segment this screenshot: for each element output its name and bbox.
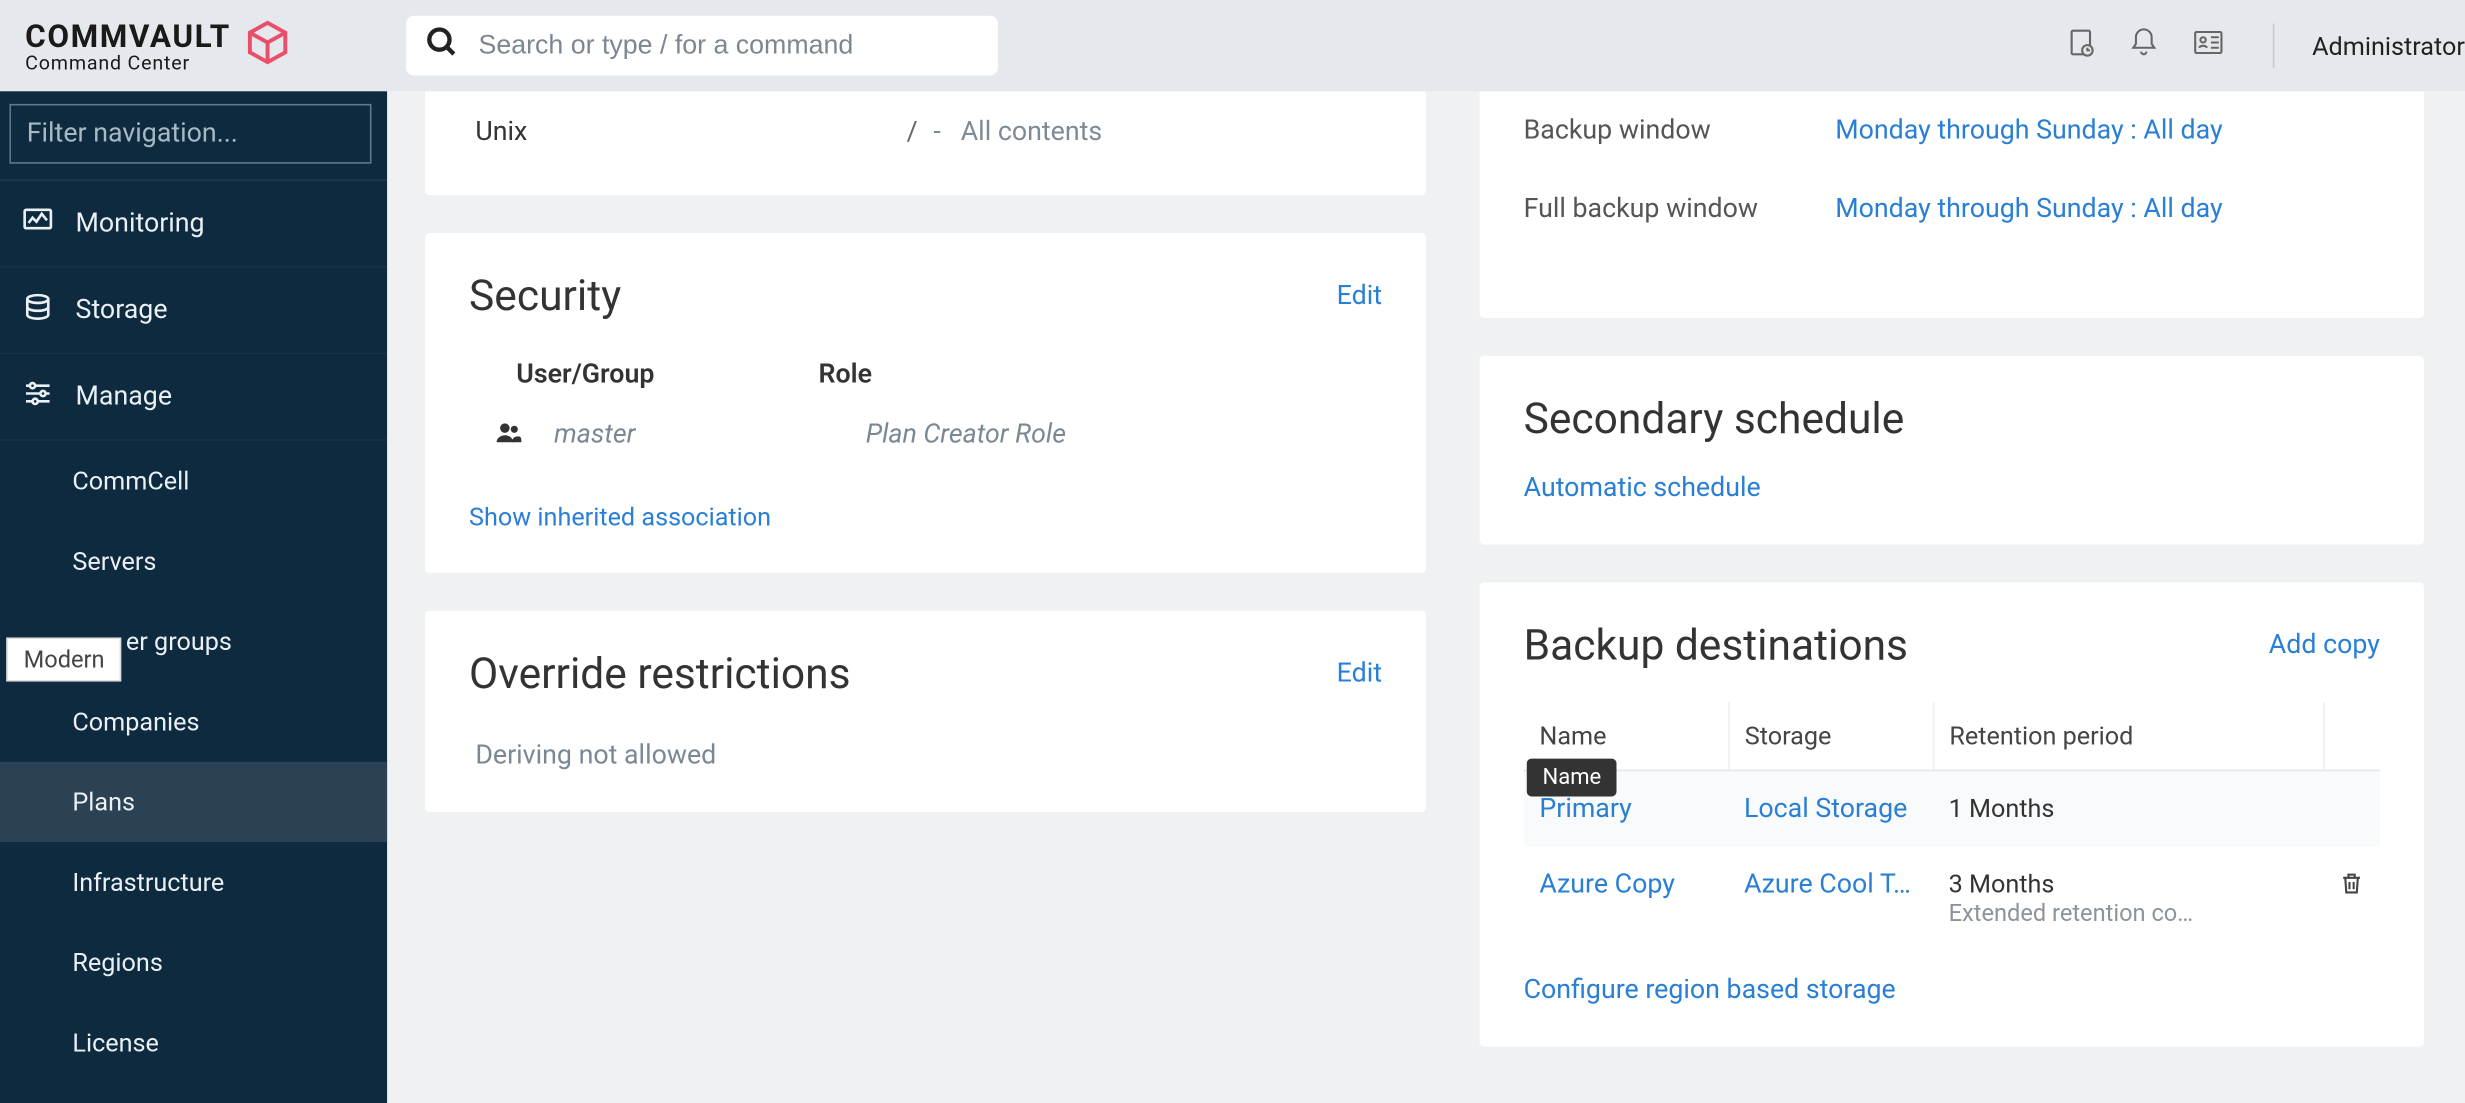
dest-name-link[interactable]: Azure Copy [1539,869,1675,900]
sidebar-item-label: Manage [76,381,172,412]
sidebar-item-label: Servers [72,546,156,576]
brand-word: COMMVAULT [25,17,231,55]
security-card: Security Edit User/Group Role master [425,233,1426,573]
col-storage[interactable]: Storage [1728,702,1933,770]
main-content: Unix / - All contents Security Edit User… [387,91,2465,1103]
brand-sub: Command Center [25,51,231,75]
sidebar-sub-regions[interactable]: Regions [0,922,387,1002]
sidebar-item-label: Plans [72,787,135,817]
full-backup-window-label: Full backup window [1524,194,1836,225]
sidebar-item-label: Companies [72,707,199,737]
value-prefix: - [933,116,940,147]
destinations-table: Name Name Storage Retention period [1524,702,2380,949]
backup-window-value[interactable]: Monday through Sunday : All day [1835,115,2222,146]
name-tooltip: Name [1527,759,1617,797]
sidebar-sub-companies[interactable]: Companies [0,682,387,762]
clipboard-icon[interactable] [2065,27,2096,65]
search-icon [425,25,460,66]
sidebar-item-label: er groups [126,626,232,656]
separator: / [907,116,918,147]
add-copy-link[interactable]: Add copy [2269,630,2380,661]
user-value: master [516,419,818,455]
backup-destinations-card: Backup destinations Add copy Name Name S… [1480,582,2424,1046]
card-title: Security [469,271,621,321]
modern-chip[interactable]: Modern [6,637,122,681]
bell-icon[interactable] [2128,27,2159,65]
col-role: Role [818,359,871,390]
cube-icon [243,19,290,73]
edit-security-link[interactable]: Edit [1337,280,1382,311]
filter-nav-input[interactable]: Filter navigation... [9,104,371,164]
sidebar-sub-commcell[interactable]: CommCell [0,441,387,521]
sliders-icon [22,377,53,416]
storage-icon [22,290,53,329]
divider [2273,24,2275,68]
sidebar-item-label: License [72,1028,158,1058]
sidebar-item-label: CommCell [72,466,189,496]
sidebar-item-label: Infrastructure [72,867,224,897]
rpo-card: Backup window Monday through Sunday : Al… [1480,91,2424,318]
os-label: Unix [475,116,906,147]
filter-placeholder: Filter navigation... [27,118,238,149]
automatic-schedule-link[interactable]: Automatic schedule [1524,472,2380,503]
dest-retention: 1 Months [1949,793,2055,823]
override-body: Deriving not allowed [469,740,1382,771]
show-inherited-link[interactable]: Show inherited association [469,502,1382,532]
sidebar: Filter navigation... Monitoring Storage … [0,91,387,1103]
search-box[interactable] [406,16,998,76]
sidebar-sub-license[interactable]: License [0,1003,387,1083]
edit-override-link[interactable]: Edit [1337,658,1382,689]
id-card-icon[interactable] [2191,27,2226,65]
override-card: Override restrictions Edit Deriving not … [425,611,1426,812]
card-title: Backup destinations [1524,620,1908,670]
content-value: All contents [961,116,1102,147]
card-title: Override restrictions [469,648,851,698]
dest-name-link[interactable]: Primary [1539,793,1631,824]
sidebar-item-label: Storage [76,294,168,325]
col-user-group: User/Group [469,359,818,390]
trash-icon[interactable] [2339,874,2364,904]
configure-region-link[interactable]: Configure region based storage [1524,974,2380,1005]
search-input[interactable] [478,30,979,61]
secondary-schedule-card: Secondary schedule Automatic schedule [1480,356,2424,545]
col-retention[interactable]: Retention period [1933,702,2323,770]
table-row[interactable]: Azure Copy Azure Cool T… 3 Months Extend… [1524,847,2380,949]
dest-retention: 3 Months [1949,869,2308,899]
sidebar-item-label: Monitoring [76,208,205,239]
card-title: Secondary schedule [1524,394,2380,444]
topbar: COMMVAULT Command Center [0,0,2465,91]
sidebar-sub-servers[interactable]: Servers [0,521,387,601]
monitor-icon [22,204,53,243]
table-row[interactable]: Primary Local Storage 1 Months [1524,770,2380,846]
brand-logo: COMMVAULT Command Center [13,17,384,75]
sidebar-item-storage[interactable]: Storage [0,268,387,355]
user-menu[interactable]: Administrator [2312,31,2465,61]
sidebar-item-manage[interactable]: Manage [0,354,387,441]
sidebar-item-monitoring[interactable]: Monitoring [0,181,387,268]
sidebar-sub-infrastructure[interactable]: Infrastructure [0,842,387,922]
dest-storage-link[interactable]: Azure Cool T… [1744,869,1911,900]
backup-window-label: Backup window [1524,115,1836,146]
sidebar-sub-plans[interactable]: Plans [0,762,387,842]
dest-storage-link[interactable]: Local Storage [1744,793,1907,824]
role-value: Plan Creator Role [818,419,1066,455]
full-backup-window-value[interactable]: Monday through Sunday : All day [1835,194,2222,225]
dest-retention-sub: Extended retention co… [1949,899,2198,927]
col-name[interactable]: Name Name [1524,702,1729,770]
content-card: Unix / - All contents [425,91,1426,195]
sidebar-item-label: Regions [72,948,162,978]
